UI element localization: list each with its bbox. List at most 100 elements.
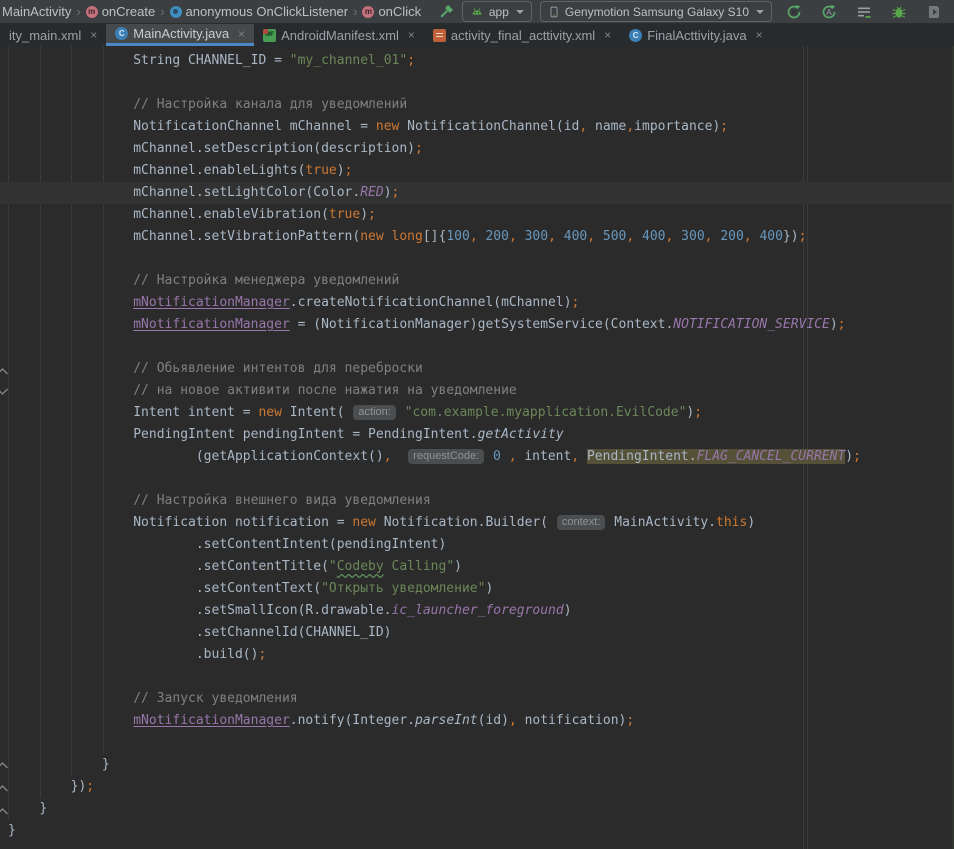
code-line — [0, 468, 954, 490]
java-class-icon: C — [629, 29, 642, 42]
debug-bug-icon — [891, 4, 907, 20]
close-icon[interactable]: × — [238, 28, 245, 40]
editor-tab[interactable]: ity_main.xml× — [0, 24, 106, 46]
tab-label: MainActivity.java — [133, 26, 229, 41]
code-line: mChannel.enableLights(true); — [0, 160, 954, 182]
build-button[interactable] — [434, 1, 458, 23]
code-line: .setContentIntent(pendingIntent) — [0, 534, 954, 556]
fold-marker[interactable] — [0, 779, 9, 801]
chevron-down-icon — [516, 10, 524, 14]
editor-tab[interactable]: activity_final_acttivity.xml× — [424, 24, 620, 46]
code-line: mNotificationManager = (NotificationMana… — [0, 314, 954, 336]
code-line — [0, 248, 954, 270]
hammer-icon — [438, 4, 454, 20]
profiler-icon — [856, 4, 872, 20]
breadcrumb: MainActivity › m onCreate › anonymous OnClick… — [0, 0, 434, 23]
fold-marker[interactable] — [0, 382, 9, 404]
code-line: mChannel.setVibrationPattern(new long[]{… — [0, 226, 954, 248]
breadcrumb-label: MainActivity — [2, 4, 71, 19]
toolbar-actions: A — [776, 1, 954, 23]
breadcrumb-separator: › — [76, 4, 80, 19]
close-icon[interactable]: × — [756, 29, 763, 41]
code-line: } — [0, 798, 954, 820]
method-icon: m — [86, 6, 98, 18]
breadcrumb-item[interactable]: m onClick — [362, 4, 421, 19]
run-configuration-select[interactable]: app — [462, 1, 532, 22]
parameter-hint: PendingIntent. — [587, 449, 697, 464]
android-icon — [470, 5, 484, 19]
chevron-down-icon — [756, 10, 764, 14]
breadcrumb-label: onCreate — [102, 4, 155, 19]
editor-tab[interactable]: C MainActivity.java × — [106, 24, 254, 46]
code-line — [0, 336, 954, 358]
breadcrumb-label: onClick — [378, 4, 421, 19]
run-configuration-label: app — [489, 5, 509, 19]
attach-debugger-button[interactable] — [922, 1, 946, 23]
code-line: } — [0, 754, 954, 776]
code-line: Intent intent = new Intent( action: "com… — [0, 402, 954, 424]
code-line: .setContentTitle("Codeby Calling") — [0, 556, 954, 578]
close-icon[interactable]: × — [604, 29, 611, 41]
parameter-hint: action: — [353, 405, 395, 420]
apply-changes-restart-button[interactable] — [782, 1, 806, 23]
parameter-hint: FLAG_CANCEL_CURRENT — [697, 449, 846, 464]
method-icon: m — [362, 6, 374, 18]
code-line: String CHANNEL_ID = "my_channel_01"; — [0, 50, 954, 72]
editor-tab[interactable]: MFAndroidManifest.xml× — [254, 24, 424, 46]
code-line — [0, 732, 954, 754]
tab-label: AndroidManifest.xml — [281, 28, 399, 43]
code-line — [0, 72, 954, 94]
fold-marker[interactable] — [0, 802, 9, 824]
code-line: // Настройка внешнего вида уведомления — [0, 490, 954, 512]
debug-button[interactable] — [887, 1, 911, 23]
code-line: Notification notification = new Notifica… — [0, 512, 954, 534]
breadcrumb-separator: › — [353, 4, 357, 19]
code-line: NotificationChannel mChannel = new Notif… — [0, 116, 954, 138]
close-icon[interactable]: × — [90, 29, 97, 41]
code-line: mChannel.setDescription(description); — [0, 138, 954, 160]
code-line: // Настройка канала для уведомлений — [0, 94, 954, 116]
code-line: // на новое активити после нажатия на ув… — [0, 380, 954, 402]
code-line: .setChannelId(CHANNEL_ID) — [0, 622, 954, 644]
fold-marker[interactable] — [0, 362, 9, 384]
breadcrumb-label: anonymous OnClickListener — [186, 4, 349, 19]
code-editor[interactable]: String CHANNEL_ID = "my_channel_01"; // … — [0, 46, 954, 849]
editor-tab[interactable]: C FinalActtivity.java × — [620, 24, 771, 46]
ide-window: MainActivity › m onCreate › anonymous OnClick… — [0, 0, 954, 849]
code-line: mChannel.setLightColor(Color.RED); — [0, 182, 954, 204]
code-line: .setContentText("Открыть уведомление") — [0, 578, 954, 600]
attach-debugger-icon — [926, 4, 942, 20]
svg-text:A: A — [826, 8, 832, 17]
code-line: PendingIntent pendingIntent = PendingInt… — [0, 424, 954, 446]
breadcrumb-item[interactable]: m onCreate — [86, 4, 155, 19]
editor-tabs: ity_main.xml×CMainActivity.java×MFAndroi… — [0, 24, 954, 46]
java-class-icon: C — [115, 27, 128, 40]
code-area: String CHANNEL_ID = "my_channel_01"; // … — [0, 46, 954, 842]
parameter-hint: context: — [557, 515, 606, 530]
navigation-bar: MainActivity › m onCreate › anonymous OnClick… — [0, 0, 954, 24]
anonymous-class-icon — [170, 6, 182, 18]
code-line: } — [0, 820, 954, 842]
rerun-a-icon: A — [821, 4, 837, 20]
device-select[interactable]: Genymotion Samsung Galaxy S10 — [540, 1, 772, 22]
code-line: (getApplicationContext(), requestCode: 0… — [0, 446, 954, 468]
parameter-hint: requestCode: — [408, 449, 484, 464]
phone-icon — [548, 5, 560, 19]
code-line: .setSmallIcon(R.drawable.ic_launcher_for… — [0, 600, 954, 622]
breadcrumb-item[interactable]: MainActivity — [2, 4, 71, 19]
code-line: mNotificationManager.createNotificationC… — [0, 292, 954, 314]
close-icon[interactable]: × — [408, 29, 415, 41]
breadcrumb-item[interactable]: anonymous OnClickListener — [170, 4, 349, 19]
code-line: // Запуск уведомления — [0, 688, 954, 710]
layout-xml-icon — [433, 29, 446, 42]
code-line: mChannel.enableVibration(true); — [0, 204, 954, 226]
code-line: }); — [0, 776, 954, 798]
fold-marker[interactable] — [0, 756, 9, 778]
apply-code-changes-button[interactable]: A — [817, 1, 841, 23]
rerun-square-icon — [786, 4, 802, 20]
code-line: mNotificationManager.notify(Integer.pars… — [0, 710, 954, 732]
code-line: // Настройка менеджера уведомлений — [0, 270, 954, 292]
code-line: // Обьявление интентов для переброски — [0, 358, 954, 380]
profiler-button[interactable] — [852, 1, 876, 23]
tab-label: FinalActtivity.java — [647, 28, 746, 43]
